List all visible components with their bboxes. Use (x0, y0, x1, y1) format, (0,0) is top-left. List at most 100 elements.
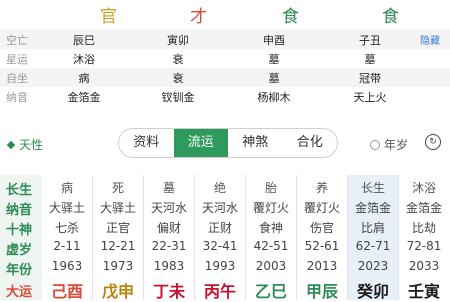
row-label: 空亡 (6, 34, 28, 47)
fortune-nayin: 金箔金 (405, 201, 442, 215)
fortune-stem: 壬寅 (407, 282, 440, 301)
fortune-stem: 乙巳 (254, 282, 287, 301)
cell: 子丑 (359, 34, 381, 47)
fortune-top: 墓 (162, 181, 175, 195)
fortune-year: 1993 (204, 259, 236, 273)
tab-liuyun[interactable]: 流运 (173, 129, 228, 157)
fortune-nayin: 大驿土 (99, 201, 136, 215)
fortune-column[interactable]: 沐浴金箔金比劫 72-81 2033 壬寅 (399, 175, 449, 301)
tianxing-toggle[interactable]: 天性 (6, 136, 43, 153)
row-label-changsheng: 长生 (6, 183, 33, 198)
row-label: 自坐 (6, 72, 28, 85)
fortune-stem: 戊申 (101, 282, 134, 301)
fortune-column[interactable]: 病大驿土 七杀 2-11 1963 己酉 (42, 175, 92, 301)
fortune-top: 死 (111, 181, 124, 195)
cell: 杨柳木 (257, 91, 291, 104)
fortune-shishen: 七杀 (54, 221, 79, 235)
nianyu-label: 年岁 (384, 138, 409, 152)
cell: 衰 (172, 53, 184, 66)
column-divider (398, 175, 399, 300)
toolbar: 天性 资料 流运 神煞 合化 年岁 ↻ (0, 124, 450, 160)
fortune-age: 72-81 (406, 239, 442, 253)
fortune-nayin: 天河水 (150, 201, 187, 215)
nianyu-radio[interactable]: 年岁 (370, 136, 408, 153)
fortune-column[interactable]: 墓天河水 偏财 22-31 1983 丁未 (144, 175, 194, 301)
fortune-nayin: 金箔金 (354, 201, 391, 215)
fortune-nayin: 大驿土 (48, 201, 85, 215)
pillar-table: 空亡 辰巳 寅卯 申酉 子丑 隐藏 星运 沐浴 衰 墓 墓 自坐 病 衰 墓 冠… (0, 30, 450, 106)
fortune-nayin: 覆灯火 (303, 201, 340, 215)
fortune-year: 2003 (255, 259, 287, 273)
fortune-stem: 甲辰 (305, 282, 338, 301)
fortune-year: 1983 (153, 259, 185, 273)
fortune-grid: 长生 纳音 十神 虚岁 年份 大运 病大驿土 七杀 2-11 1963 己酉死大驿土 正官… (0, 175, 450, 301)
fortune-stem: 己酉 (50, 282, 83, 301)
row-label-age: 虚岁 (6, 243, 33, 258)
fortune-stem: 丁未 (152, 282, 185, 301)
cell: 墓 (268, 72, 280, 85)
row-kongwang: 空亡 辰巳 寅卯 申酉 子丑 隐藏 (0, 30, 450, 49)
fortune-top: 养 (315, 181, 328, 195)
fortune-column[interactable]: 养覆灯火 伤官 52-61 2013 甲辰 (297, 175, 347, 301)
cell: 衰 (172, 72, 184, 85)
cell: 金箔金 (67, 91, 101, 104)
fortune-column[interactable]: 胎覆灯火食神 42-51 2003 乙巳 (246, 175, 296, 301)
column-divider (194, 175, 195, 300)
fortune-year: 2023 (357, 259, 389, 273)
fortune-column[interactable]: 绝天河水 正财 32-41 1993 丙午 (195, 175, 245, 301)
fortune-nayin: 天河水 (201, 201, 238, 215)
cell: 寅卯 (167, 34, 189, 47)
cell: 钗钏金 (161, 91, 195, 104)
tab-hehua[interactable]: 合化 (283, 129, 338, 157)
fortune-column[interactable]: 长生 金箔金 比肩 62-71 2023 癸卯 (348, 175, 398, 301)
fortune-top: 沐浴 (411, 181, 436, 195)
cell: 辰巳 (73, 34, 95, 47)
fortune-nayin: 覆灯火 (252, 201, 289, 215)
cell: 天上火 (353, 91, 387, 104)
row-label-shishen: 十神 (6, 223, 33, 238)
fortune-age: 62-71 (355, 239, 391, 253)
god-3: 食 (282, 7, 299, 27)
row-header-column: 长生 纳音 十神 虚岁 年份 大运 (0, 175, 42, 300)
fortune-year: 2033 (408, 259, 440, 273)
column-divider (245, 175, 246, 300)
tab-shensha[interactable]: 神煞 (228, 129, 283, 157)
fortune-shishen: 伤官 (309, 221, 334, 235)
fortune-top: 胎 (264, 181, 277, 195)
god-2: 才 (190, 7, 207, 27)
fortune-age: 42-51 (253, 239, 289, 253)
god-4: 食 (382, 7, 399, 27)
row-label-nayin: 纳音 (6, 203, 33, 218)
fortune-column[interactable]: 死大驿土 正官 12-21 1973 戊申 (93, 175, 143, 301)
fortune-top: 长生 (360, 181, 385, 195)
fortune-shishen: 比肩 (360, 221, 385, 235)
fortune-stem: 丙午 (203, 282, 236, 301)
row-nayin: 纳音 金箔金 钗钏金 杨柳木 天上火 (0, 87, 450, 106)
fortune-shishen: 偏财 (156, 221, 181, 235)
tab-ziliao[interactable]: 资料 (119, 129, 174, 157)
fortune-year: 1973 (102, 259, 134, 273)
fortune-shishen: 正官 (105, 221, 130, 235)
fortune-year: 1963 (51, 259, 83, 273)
row-zizuo: 自坐 病 衰 墓 冠带 (0, 68, 450, 87)
cell: 墓 (268, 53, 280, 66)
row-label: 纳音 (6, 91, 28, 104)
row-label-year: 年份 (6, 263, 33, 278)
column-divider (347, 175, 348, 300)
fortune-shishen: 食神 (258, 221, 283, 235)
fortune-shishen: 比劫 (411, 221, 436, 235)
column-divider (143, 175, 144, 300)
radio-icon (370, 140, 380, 150)
cell: 墓 (364, 53, 376, 66)
refresh-icon[interactable]: ↻ (425, 134, 441, 150)
diamond-icon (6, 140, 16, 150)
ten-gods-strip: 官 才 食 食 (0, 0, 450, 28)
column-divider (92, 175, 93, 300)
hide-link[interactable]: 隐藏 (420, 32, 440, 47)
fortune-top: 绝 (213, 181, 226, 195)
cell: 冠带 (359, 72, 381, 85)
row-label: 星运 (6, 53, 28, 66)
cell: 申酉 (263, 34, 285, 47)
god-1: 官 (100, 7, 117, 27)
row-xingyun: 星运 沐浴 衰 墓 墓 (0, 49, 450, 68)
